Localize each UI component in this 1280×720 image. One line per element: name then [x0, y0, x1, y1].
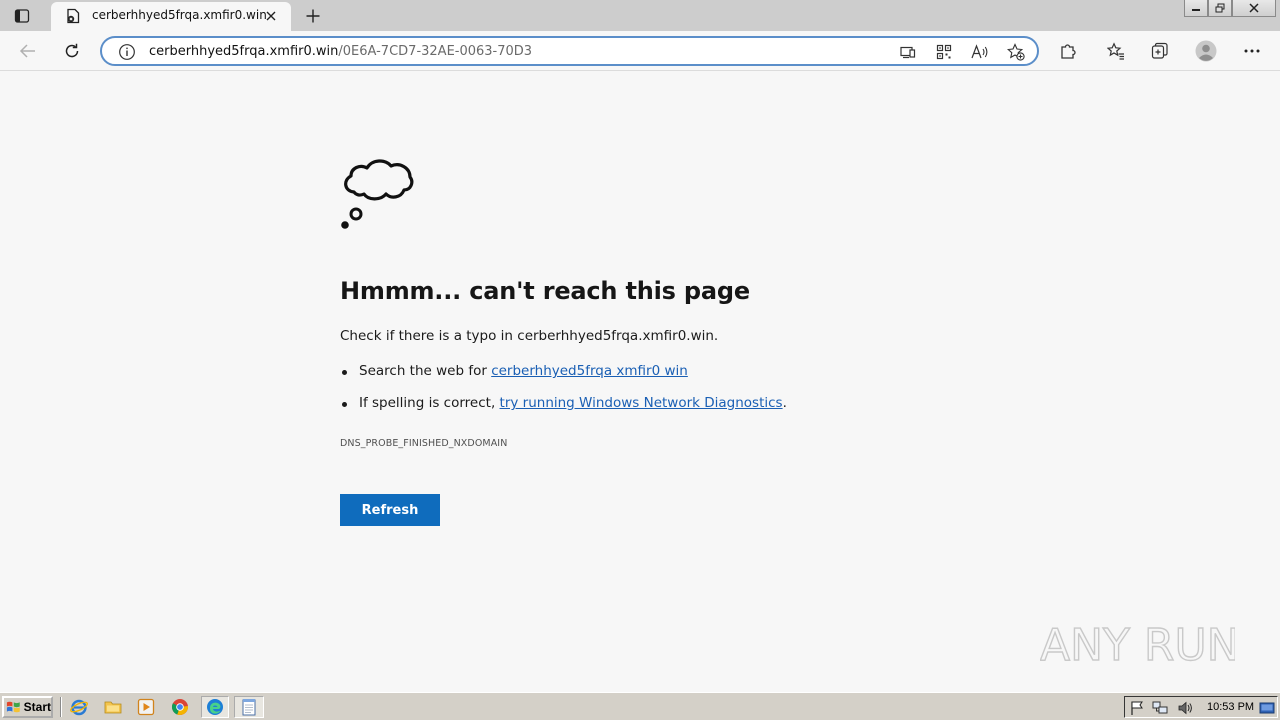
- url-path: /0E6A-7CD7-32AE-0063-70D3: [338, 44, 533, 59]
- qr-code-button[interactable]: [935, 43, 953, 61]
- media-player-icon: [137, 698, 155, 716]
- close-icon: [266, 11, 276, 21]
- folder-icon: [104, 701, 122, 714]
- system-tray: 10:53 PM: [1124, 696, 1278, 718]
- minimize-icon: [1192, 9, 1200, 11]
- restore-icon: [1215, 3, 1225, 13]
- collections-icon: [1151, 42, 1168, 59]
- read-aloud-button[interactable]: [971, 43, 989, 61]
- document-error-icon: [67, 8, 80, 24]
- window-close-button[interactable]: [1232, 0, 1276, 17]
- favorites-list-icon: [1107, 42, 1124, 60]
- collections-button[interactable]: [1149, 40, 1171, 62]
- typo-hint-prefix: Check if there is a typo in: [340, 328, 518, 344]
- list-item: Search the web for cerberhhyed5frqa xmfi…: [340, 362, 787, 394]
- notepad-icon: [242, 699, 256, 716]
- app-install-icon: [900, 46, 916, 59]
- address-bar[interactable]: cerberhhyed5frqa.xmfir0.win/0E6A-7CD7-32…: [100, 36, 1039, 66]
- thought-cloud-icon: [341, 159, 414, 229]
- add-favorite-button[interactable]: [1007, 43, 1025, 61]
- network-icon[interactable]: [1152, 700, 1168, 716]
- taskbar-notepad-button[interactable]: [234, 696, 264, 718]
- tab-strip: cerberhhyed5frqa.xmfir0.win: [0, 0, 1280, 31]
- reload-button[interactable]: [61, 40, 83, 62]
- new-tab-button[interactable]: [303, 6, 323, 26]
- browser-toolbar: cerberhhyed5frqa.xmfir0.win/0E6A-7CD7-32…: [0, 31, 1280, 71]
- qr-code-icon: [936, 44, 952, 60]
- taskbar-divider: [60, 697, 62, 717]
- list-item: If spelling is correct, try running Wind…: [340, 394, 787, 426]
- app-available-button[interactable]: [899, 43, 917, 61]
- refresh-button[interactable]: Refresh: [340, 494, 440, 526]
- flag-icon[interactable]: [1129, 700, 1145, 716]
- taskbar-ie-button[interactable]: [67, 696, 91, 718]
- back-button[interactable]: [17, 40, 39, 62]
- tab-actions-icon: [14, 9, 30, 23]
- windows-logo-icon: [6, 701, 20, 713]
- puzzle-piece-icon: [1061, 44, 1076, 59]
- start-label: Start: [23, 700, 51, 714]
- suggestion-suffix: .: [782, 395, 787, 411]
- reload-icon: [65, 43, 79, 58]
- active-tab[interactable]: cerberhhyed5frqa.xmfir0.win: [51, 2, 291, 31]
- avatar-icon: [1195, 40, 1217, 62]
- restore-button[interactable]: [1208, 0, 1232, 17]
- typo-hint-domain: cerberhhyed5frqa.xmfir0.win: [517, 328, 714, 344]
- tab-actions-button[interactable]: [12, 6, 32, 26]
- network-diagnostics-link[interactable]: try running Windows Network Diagnostics: [500, 395, 783, 411]
- address-url[interactable]: cerberhhyed5frqa.xmfir0.win/0E6A-7CD7-32…: [149, 44, 532, 59]
- edge-icon: [207, 699, 223, 715]
- tab-title: cerberhhyed5frqa.xmfir0.win: [92, 8, 267, 22]
- tab-close-button[interactable]: [263, 8, 279, 24]
- suggestion-text: Search the web for: [359, 363, 492, 379]
- search-web-link[interactable]: cerberhhyed5frqa xmfir0 win: [491, 363, 688, 379]
- anyrun-watermark-logo: ANY RUN: [1040, 619, 1235, 671]
- taskbar-chrome-button[interactable]: [168, 696, 192, 718]
- typo-hint: Check if there is a typo in cerberhhyed5…: [340, 328, 718, 344]
- close-icon: [1249, 3, 1259, 13]
- show-desktop-icon[interactable]: [1259, 700, 1275, 716]
- info-icon[interactable]: [118, 43, 136, 61]
- more-horizontal-icon: [1244, 49, 1260, 53]
- star-add-icon: [1007, 43, 1025, 61]
- plus-icon: [306, 9, 320, 23]
- start-button[interactable]: Start: [2, 696, 53, 718]
- volume-icon[interactable]: [1177, 700, 1193, 716]
- typo-hint-suffix: .: [713, 328, 719, 344]
- watermark-text: ANY RUN: [1040, 620, 1235, 671]
- extensions-button[interactable]: [1057, 40, 1079, 62]
- taskbar: Start 10:53 PM: [0, 692, 1280, 720]
- error-page: Hmmm... can't reach this page Check if t…: [0, 72, 1280, 692]
- internet-explorer-icon: [70, 699, 88, 716]
- url-host: cerberhhyed5frqa.xmfir0.win: [149, 44, 339, 59]
- suggestion-text: If spelling is correct,: [359, 395, 500, 411]
- taskbar-clock: 10:53 PM: [1207, 701, 1255, 713]
- taskbar-edge-button[interactable]: [201, 696, 229, 718]
- profile-button[interactable]: [1194, 39, 1218, 63]
- page-title: Hmmm... can't reach this page: [340, 277, 750, 305]
- taskbar-media-button[interactable]: [134, 696, 158, 718]
- window-controls: [1184, 0, 1276, 18]
- favorites-button[interactable]: [1105, 40, 1127, 62]
- taskbar-explorer-button[interactable]: [101, 696, 125, 718]
- error-code: DNS_PROBE_FINISHED_NXDOMAIN: [340, 438, 508, 449]
- minimize-button[interactable]: [1184, 0, 1208, 17]
- chrome-icon: [171, 699, 188, 715]
- read-aloud-icon: [971, 44, 988, 59]
- settings-more-button[interactable]: [1241, 40, 1263, 62]
- suggestions-list: Search the web for cerberhhyed5frqa xmfi…: [340, 362, 787, 426]
- back-arrow-icon: [19, 44, 35, 58]
